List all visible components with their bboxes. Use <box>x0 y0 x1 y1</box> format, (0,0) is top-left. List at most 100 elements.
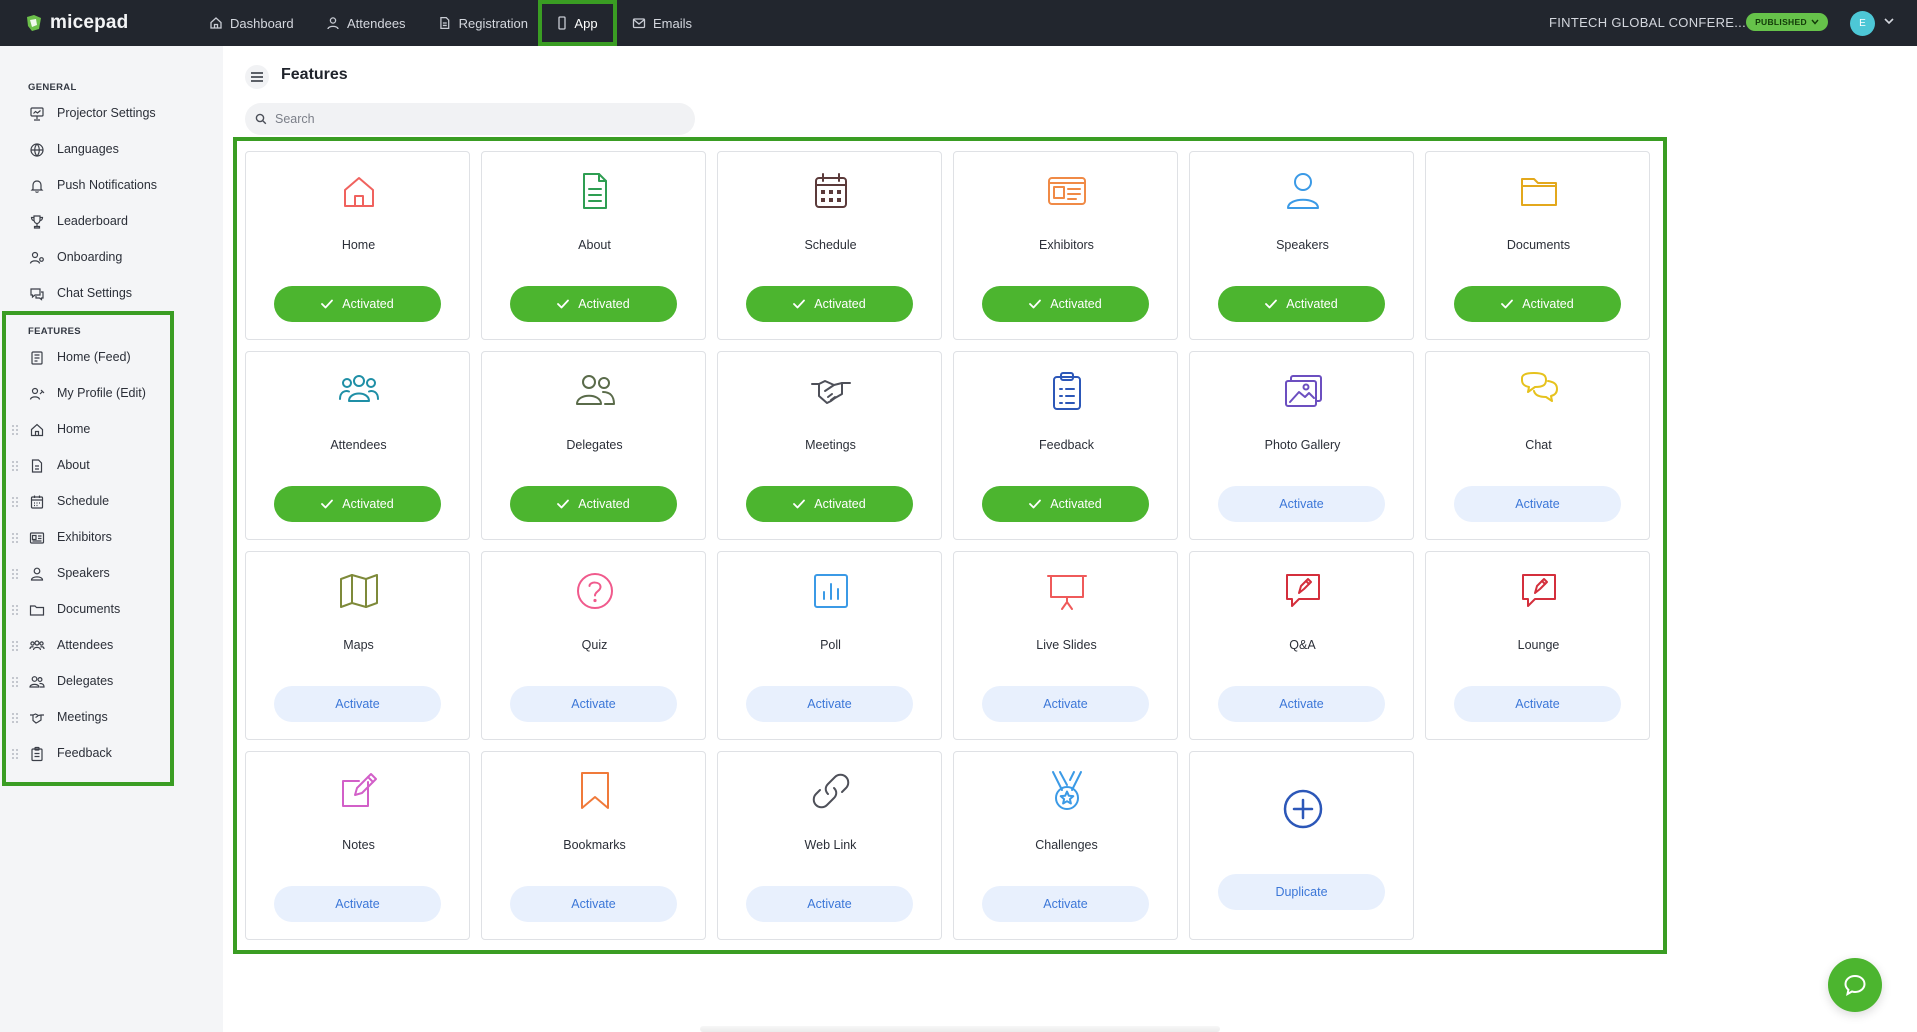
check-icon <box>793 499 806 509</box>
micepad-logo-icon <box>27 15 41 31</box>
menu-toggle-button[interactable] <box>245 65 269 89</box>
feature-card[interactable]: Lounge Activate <box>1425 551 1650 740</box>
folder-icon <box>1521 178 1557 206</box>
activated-button[interactable]: Activated <box>1454 286 1621 322</box>
feature-label: Maps <box>343 638 374 652</box>
activate-button[interactable]: Activate <box>982 886 1149 922</box>
feature-card[interactable]: Live Slides Activate <box>953 551 1178 740</box>
feature-card[interactable]: Web Link Activate <box>717 751 942 940</box>
button-label: Activate <box>571 697 616 711</box>
nav-dashboard[interactable]: Dashboard <box>209 0 295 46</box>
search-icon <box>255 113 267 125</box>
activate-button[interactable]: Activate <box>1454 486 1621 522</box>
sidebar-item-projector-settings[interactable]: Projector Settings <box>0 101 223 127</box>
sidebar-item-languages[interactable]: Languages <box>0 137 223 163</box>
button-label: Activate <box>1515 497 1560 511</box>
nav-emails[interactable]: Emails <box>632 0 702 46</box>
feature-card[interactable]: Attendees Activated <box>245 351 470 540</box>
nav-label: App <box>574 15 598 31</box>
user-settings-icon <box>29 251 44 264</box>
search-input[interactable] <box>275 103 685 135</box>
activate-button[interactable]: Activate <box>1218 486 1385 522</box>
feature-card[interactable]: Challenges Activate <box>953 751 1178 940</box>
feature-card[interactable]: Bookmarks Activate <box>481 751 706 940</box>
feature-card[interactable]: Maps Activate <box>245 551 470 740</box>
activated-button[interactable]: Activated <box>274 286 441 322</box>
chevron-down-icon[interactable] <box>1883 16 1895 26</box>
activate-button[interactable]: Activate <box>510 686 677 722</box>
activated-button[interactable]: Activated <box>510 286 677 322</box>
id-card-icon <box>1048 177 1086 205</box>
medal-icon <box>1052 771 1082 810</box>
feature-card[interactable]: Notes Activate <box>245 751 470 940</box>
feature-card[interactable]: Schedule Activated <box>717 151 942 340</box>
hamburger-icon <box>251 72 263 82</box>
sidebar-item-leaderboard[interactable]: Leaderboard <box>0 209 223 235</box>
home-icon <box>344 177 374 207</box>
avatar[interactable]: E <box>1850 11 1875 36</box>
presentation-icon <box>1047 575 1087 610</box>
check-icon <box>1501 299 1514 309</box>
feature-icon-wrapper <box>1518 370 1560 412</box>
feature-icon-wrapper <box>1518 170 1560 212</box>
feature-label: Challenges <box>1035 838 1098 852</box>
gallery-icon <box>1285 375 1322 407</box>
feature-card[interactable]: Q&A Activate <box>1189 551 1414 740</box>
feature-card[interactable]: Documents Activated <box>1425 151 1650 340</box>
feature-card[interactable]: Delegates Activated <box>481 351 706 540</box>
activated-button[interactable]: Activated <box>274 486 441 522</box>
search-bar <box>245 103 695 135</box>
activated-button[interactable]: Activated <box>510 486 677 522</box>
feature-icon-wrapper <box>810 770 852 812</box>
feature-card[interactable]: Exhibitors Activated <box>953 151 1178 340</box>
sidebar-item-label: Projector Settings <box>57 106 156 120</box>
activate-button[interactable]: Activate <box>274 686 441 722</box>
sidebar-item-chat-settings[interactable]: Chat Settings <box>0 281 223 307</box>
app-logo[interactable]: micepad <box>24 9 129 37</box>
sidebar-item-push-notifications[interactable]: Push Notifications <box>0 173 223 199</box>
feature-card[interactable]: Quiz Activate <box>481 551 706 740</box>
feature-icon-wrapper <box>338 770 380 812</box>
nav-app[interactable]: App <box>538 0 617 46</box>
activate-button[interactable]: Activate <box>1454 686 1621 722</box>
bell-icon <box>30 180 44 193</box>
projector-icon <box>30 107 44 121</box>
bottom-shadow <box>700 1026 1220 1032</box>
nav-attendees[interactable]: Attendees <box>326 0 408 46</box>
feature-label: Chat <box>1525 438 1552 452</box>
feature-card[interactable]: Photo Gallery Activate <box>1189 351 1414 540</box>
duplicate-card[interactable]: Duplicate <box>1189 751 1414 940</box>
status-badge[interactable]: PUBLISHED <box>1746 13 1828 31</box>
feature-card[interactable]: Chat Activate <box>1425 351 1650 540</box>
feature-card[interactable]: Meetings Activated <box>717 351 942 540</box>
duplicate-icon-wrapper[interactable] <box>1282 788 1324 830</box>
feature-icon-wrapper <box>574 770 616 812</box>
sidebar-item-onboarding[interactable]: Onboarding <box>0 245 223 271</box>
activate-button[interactable]: Activate <box>1218 686 1385 722</box>
activated-button[interactable]: Activated <box>982 286 1149 322</box>
feature-card[interactable]: Feedback Activated <box>953 351 1178 540</box>
feature-icon-wrapper <box>810 570 852 612</box>
activate-button[interactable]: Activate <box>510 886 677 922</box>
document-icon <box>583 173 607 209</box>
help-chat-button[interactable] <box>1828 958 1882 1012</box>
feature-card[interactable]: Poll Activate <box>717 551 942 740</box>
button-label: Activated <box>1050 297 1102 311</box>
feature-card[interactable]: Speakers Activated <box>1189 151 1414 340</box>
button-label: Activate <box>571 897 616 911</box>
activated-button[interactable]: Activated <box>1218 286 1385 322</box>
duplicate-button[interactable]: Duplicate <box>1218 874 1385 910</box>
event-title[interactable]: FINTECH GLOBAL CONFERE... <box>1549 15 1746 30</box>
nav-registration[interactable]: Registration <box>438 0 528 46</box>
activate-button[interactable]: Activate <box>746 686 913 722</box>
feature-card[interactable]: About Activated <box>481 151 706 340</box>
activate-button[interactable]: Activate <box>274 886 441 922</box>
activated-button[interactable]: Activated <box>746 286 913 322</box>
activate-button[interactable]: Activate <box>746 886 913 922</box>
button-label: Activated <box>1522 297 1574 311</box>
feature-card[interactable]: Home Activated <box>245 151 470 340</box>
activated-button[interactable]: Activated <box>746 486 913 522</box>
feature-icon-wrapper <box>1282 570 1324 612</box>
activated-button[interactable]: Activated <box>982 486 1149 522</box>
activate-button[interactable]: Activate <box>982 686 1149 722</box>
